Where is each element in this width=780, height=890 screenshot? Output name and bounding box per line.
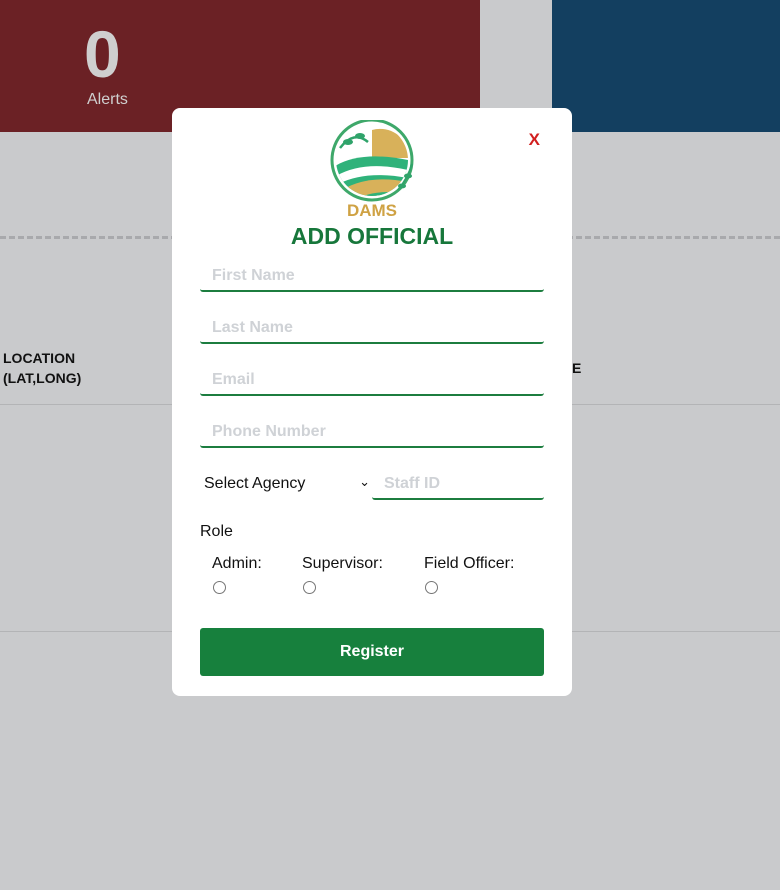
role-supervisor-radio[interactable] bbox=[303, 581, 316, 594]
phone-number-input[interactable] bbox=[200, 418, 544, 448]
last-name-input[interactable] bbox=[200, 314, 544, 344]
staff-id-input[interactable] bbox=[372, 470, 544, 500]
agency-select-value: Select Agency bbox=[204, 475, 306, 492]
role-field-officer-label: Field Officer: bbox=[424, 555, 515, 572]
close-button[interactable]: X bbox=[529, 130, 540, 150]
logo-wordmark: DAMS bbox=[346, 201, 398, 220]
role-label: Role bbox=[200, 523, 233, 540]
agency-select[interactable]: Select Agency ⌄ bbox=[200, 472, 372, 496]
stat-card-blue bbox=[552, 0, 780, 132]
table-header-partial: E bbox=[572, 360, 582, 376]
role-option-supervisor: Supervisor: bbox=[302, 555, 383, 594]
register-button[interactable]: Register bbox=[200, 628, 544, 676]
modal-title: ADD OFFICIAL bbox=[290, 223, 454, 249]
role-admin-radio[interactable] bbox=[213, 581, 226, 594]
alerts-label: Alerts bbox=[87, 91, 128, 108]
role-option-field-officer: Field Officer: bbox=[424, 555, 514, 594]
add-official-modal: X DAMS ADD OFFICIAL Select Agency ⌄ Role… bbox=[172, 108, 572, 696]
chevron-down-icon: ⌄ bbox=[359, 474, 370, 489]
alerts-count: 0 bbox=[84, 17, 121, 91]
role-admin-label: Admin: bbox=[212, 555, 262, 572]
table-header-location: LOCATION (LAT,LONG) bbox=[3, 350, 82, 386]
role-option-admin: Admin: bbox=[212, 555, 262, 594]
role-supervisor-label: Supervisor: bbox=[302, 555, 383, 572]
first-name-input[interactable] bbox=[200, 262, 544, 292]
role-field-officer-radio[interactable] bbox=[425, 581, 438, 594]
email-input[interactable] bbox=[200, 366, 544, 396]
